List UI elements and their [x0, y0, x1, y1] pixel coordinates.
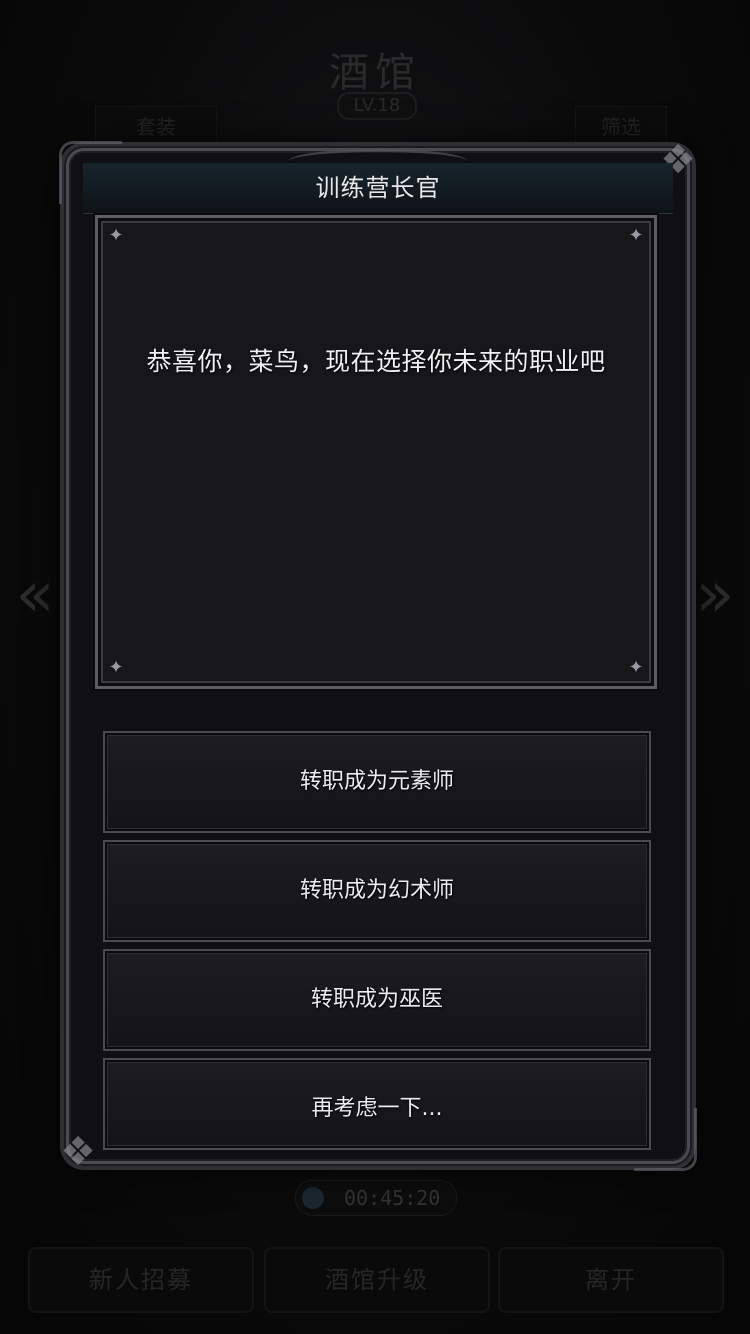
timer-text: 00:45:20: [344, 1186, 441, 1210]
option-illusionist-button[interactable]: 转职成为幻术师: [103, 840, 651, 942]
sparkle-icon: ✦: [108, 657, 124, 678]
sparkle-icon: ✦: [108, 225, 124, 246]
option-reconsider-button[interactable]: 再考虑一下...: [103, 1058, 651, 1150]
class-change-dialog: ❖ ❖ 训练营长官 ✦ ✦ ✦ ✦ 恭喜你，菜鸟，现在选择你未来的职业吧 转职成…: [59, 137, 697, 1175]
option-elementalist-button[interactable]: 转职成为元素师: [103, 731, 651, 833]
leave-button: 离开: [498, 1247, 724, 1313]
option-label: 转职成为巫医: [310, 987, 443, 1012]
frame-ornament-icon: ❖: [60, 1129, 96, 1175]
recruit-button: 新人招募: [28, 1247, 254, 1313]
sparkle-icon: ✦: [628, 225, 644, 246]
tavern-level-badge: LV.18: [337, 92, 417, 120]
tavern-upgrade-button: 酒馆升级: [264, 1247, 490, 1313]
timer-icon: [302, 1187, 324, 1209]
dialog-message: 恭喜你，菜鸟，现在选择你未来的职业吧: [146, 347, 606, 376]
option-label: 转职成为幻术师: [299, 878, 454, 903]
option-witch-doctor-button[interactable]: 转职成为巫医: [103, 949, 651, 1051]
game-screen: 酒馆 LV.18 套装 筛选 « » 00:45:20 新人招募 酒馆升级 离开…: [0, 0, 750, 1334]
message-box: ✦ ✦ ✦ ✦ 恭喜你，菜鸟，现在选择你未来的职业吧: [95, 215, 657, 689]
dialog-title: 训练营长官: [315, 174, 441, 202]
tavern-title: 酒馆: [329, 50, 421, 96]
next-arrow-icon: »: [695, 558, 735, 632]
dialog-header: 训练营长官: [83, 149, 673, 214]
option-label: 转职成为元素师: [299, 769, 454, 794]
filter-tab: 筛选: [575, 106, 667, 148]
sparkle-icon: ✦: [628, 657, 644, 678]
refresh-timer: 00:45:20: [295, 1180, 457, 1216]
option-label: 再考虑一下...: [311, 1096, 443, 1121]
prev-arrow-icon: «: [15, 558, 55, 632]
